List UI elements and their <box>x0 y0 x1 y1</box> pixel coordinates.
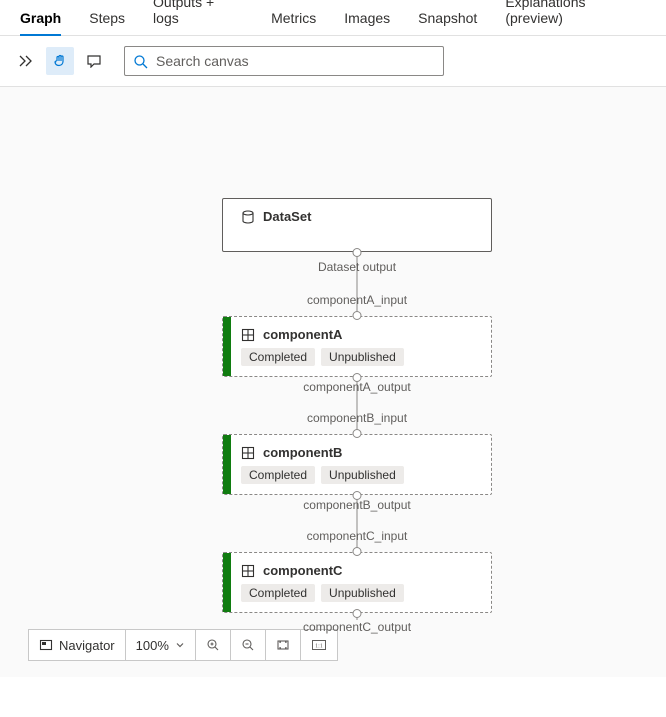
status-badge: Completed <box>241 584 315 602</box>
component-icon <box>241 446 255 460</box>
port-in[interactable] <box>353 429 362 438</box>
edge-label-c-output: componentC_output <box>303 620 411 634</box>
pan-tool-button[interactable] <box>46 47 74 75</box>
component-icon <box>241 328 255 342</box>
node-component-a[interactable]: componentA Completed Unpublished <box>222 316 492 377</box>
node-dataset[interactable]: DataSet <box>222 198 492 252</box>
tabs-bar: Graph Steps Outputs + logs Metrics Image… <box>0 0 666 36</box>
port-in[interactable] <box>353 311 362 320</box>
one-to-one-icon: 1:1 <box>311 638 327 652</box>
node-title-text: componentC <box>263 563 342 578</box>
graph-canvas[interactable]: DataSet Dataset output componentA_input … <box>0 87 666 677</box>
node-component-b[interactable]: componentB Completed Unpublished <box>222 434 492 495</box>
node-component-c[interactable]: componentC Completed Unpublished <box>222 552 492 613</box>
svg-text:1:1: 1:1 <box>315 644 323 650</box>
tab-images[interactable]: Images <box>344 2 390 35</box>
edge-label-b-output: componentB_output <box>303 498 410 512</box>
canvas-toolbar <box>0 36 666 87</box>
publish-badge: Unpublished <box>321 466 404 484</box>
navigator-button[interactable]: Navigator <box>29 630 126 660</box>
search-input[interactable] <box>154 52 435 70</box>
tab-snapshot[interactable]: Snapshot <box>418 2 477 35</box>
tab-outputs-logs[interactable]: Outputs + logs <box>153 0 243 35</box>
canvas-footer: Navigator 100% <box>28 629 338 661</box>
chevrons-right-icon <box>18 54 34 68</box>
fit-screen-icon <box>276 638 290 652</box>
hand-icon <box>52 53 68 69</box>
tab-graph[interactable]: Graph <box>20 2 61 35</box>
expand-panel-button[interactable] <box>12 47 40 75</box>
node-title-text: componentB <box>263 445 342 460</box>
data-icon <box>241 210 255 224</box>
port-out[interactable] <box>353 248 362 257</box>
search-canvas[interactable] <box>124 46 444 76</box>
tab-metrics[interactable]: Metrics <box>271 2 316 35</box>
chevron-down-icon <box>175 640 185 650</box>
node-title-text: componentA <box>263 327 342 342</box>
zoom-in-icon <box>206 638 220 652</box>
navigator-icon <box>39 638 53 652</box>
actual-size-button[interactable]: 1:1 <box>301 630 337 660</box>
comment-tool-button[interactable] <box>80 47 108 75</box>
edge-label-b-input: componentB_input <box>307 411 407 425</box>
zoom-out-icon <box>241 638 255 652</box>
status-badge: Completed <box>241 466 315 484</box>
edge-label-c-input: componentC_input <box>307 529 408 543</box>
zoom-out-button[interactable] <box>231 630 266 660</box>
zoom-level[interactable]: 100% <box>126 630 196 660</box>
zoom-value: 100% <box>136 638 169 653</box>
publish-badge: Unpublished <box>321 584 404 602</box>
publish-badge: Unpublished <box>321 348 404 366</box>
comment-icon <box>86 54 102 68</box>
tab-steps[interactable]: Steps <box>89 2 125 35</box>
component-icon <box>241 564 255 578</box>
edge-label-a-input: componentA_input <box>307 293 407 307</box>
tab-explanations[interactable]: Explanations (preview) <box>505 0 646 35</box>
search-icon <box>133 54 148 69</box>
port-in[interactable] <box>353 547 362 556</box>
port-out[interactable] <box>353 609 362 618</box>
fit-screen-button[interactable] <box>266 630 301 660</box>
navigator-label: Navigator <box>59 638 115 653</box>
edge-label-a-output: componentA_output <box>303 380 410 394</box>
status-badge: Completed <box>241 348 315 366</box>
edge-label-dataset-output: Dataset output <box>318 260 396 274</box>
zoom-in-button[interactable] <box>196 630 231 660</box>
node-title-text: DataSet <box>263 209 311 224</box>
